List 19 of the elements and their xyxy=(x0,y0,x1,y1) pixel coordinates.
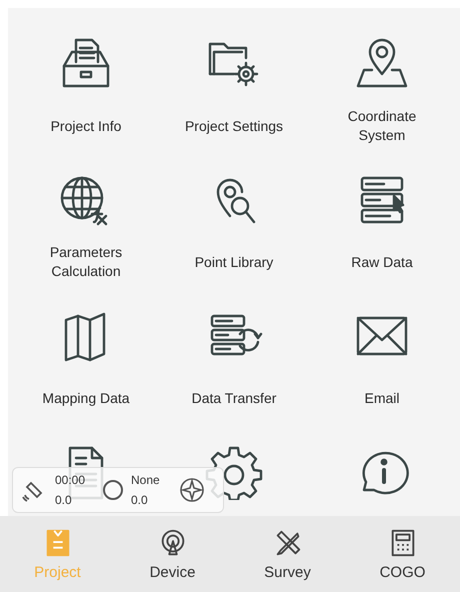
value-text: 0.0 xyxy=(55,493,73,507)
value-text: 0.0 xyxy=(131,493,149,507)
menu-label[interactable]: Parameters Calculation xyxy=(36,242,136,282)
nav-tab[interactable]: COGO xyxy=(345,516,460,592)
menu-label[interactable]: Project Settings xyxy=(184,106,284,146)
menu-label[interactable]: Coordinate System xyxy=(332,106,432,146)
status-circle-icon xyxy=(103,480,123,500)
menu-label[interactable]: Data Transfer xyxy=(192,378,276,418)
menu-label[interactable]: Mapping Data xyxy=(42,378,130,418)
menu-label[interactable]: Point Library xyxy=(194,242,274,282)
nav-tab[interactable]: Survey xyxy=(230,516,345,592)
menu-label[interactable]: Email xyxy=(364,378,400,418)
status-panel[interactable]: 00:00 0.0 None 0.0 xyxy=(12,467,224,513)
menu-label[interactable]: Project Info xyxy=(50,106,122,146)
solution-text: None xyxy=(131,473,161,487)
menu-label[interactable]: Raw Data xyxy=(351,242,413,282)
compass-icon xyxy=(179,477,205,503)
time-text: 00:00 xyxy=(55,473,86,487)
nav-tab[interactable]: Device xyxy=(115,516,230,592)
